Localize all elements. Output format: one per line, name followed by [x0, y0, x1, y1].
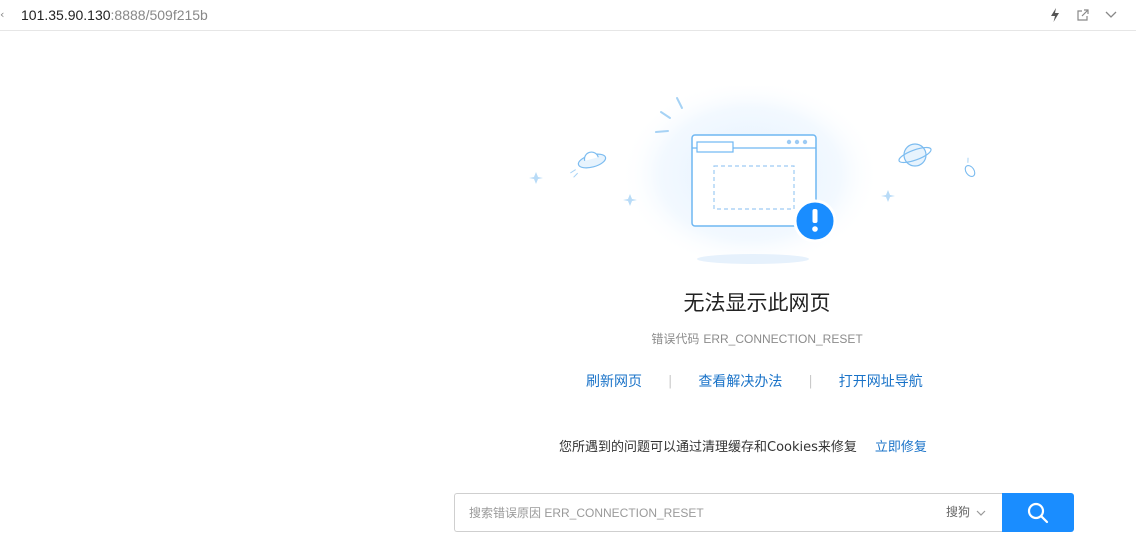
- planet-icon: [898, 143, 932, 167]
- url-field[interactable]: 101.35.90.130:8888/509f215b: [21, 5, 208, 25]
- error-code: 错误代码 ERR_CONNECTION_RESET: [590, 331, 924, 347]
- separator: |: [668, 373, 673, 389]
- ufo-icon: [570, 151, 607, 178]
- chevron-down-icon: [976, 510, 986, 516]
- search-icon: [1027, 502, 1049, 523]
- search-engine-select[interactable]: 搜狗: [946, 494, 986, 531]
- url-host: 101.35.90.130: [21, 7, 111, 23]
- page-title: 无法显示此网页: [683, 291, 831, 315]
- search-box: 搜狗: [454, 493, 1003, 532]
- search-input[interactable]: [469, 503, 929, 523]
- window-shadow: [697, 254, 809, 264]
- url-path: :8888/509f215b: [110, 7, 208, 23]
- error-actions: 刷新网页 | 查看解决办法 | 打开网址导航: [586, 371, 923, 391]
- open-navigation-link[interactable]: 打开网址导航: [839, 371, 923, 391]
- repair-hint: 您所遇到的问题可以通过清理缓存和Cookies来修复 立即修复: [559, 438, 927, 458]
- error-exclamation-icon: [793, 199, 837, 243]
- error-illustration: [520, 79, 1000, 276]
- error-code-label: 错误代码: [651, 332, 700, 346]
- chevron-down-icon[interactable]: [1104, 8, 1118, 22]
- back-caret-icon[interactable]: ‹: [0, 6, 6, 24]
- rocket-icon: [964, 157, 976, 177]
- error-code-value: ERR_CONNECTION_RESET: [703, 332, 863, 346]
- repair-now-link[interactable]: 立即修复: [875, 438, 927, 458]
- lightning-icon[interactable]: [1048, 8, 1062, 22]
- search-button[interactable]: [1002, 493, 1074, 532]
- search-engine-label: 搜狗: [946, 505, 971, 519]
- search-bar: 搜狗: [454, 493, 1074, 532]
- address-bar: ‹ 101.35.90.130:8888/509f215b: [0, 0, 1136, 31]
- view-solutions-link[interactable]: 查看解决办法: [698, 371, 782, 391]
- address-bar-actions: [1048, 5, 1118, 25]
- share-icon[interactable]: [1076, 8, 1090, 22]
- refresh-link[interactable]: 刷新网页: [586, 371, 642, 391]
- repair-hint-text: 您所遇到的问题可以通过清理缓存和Cookies来修复: [559, 440, 857, 455]
- separator: |: [808, 373, 813, 389]
